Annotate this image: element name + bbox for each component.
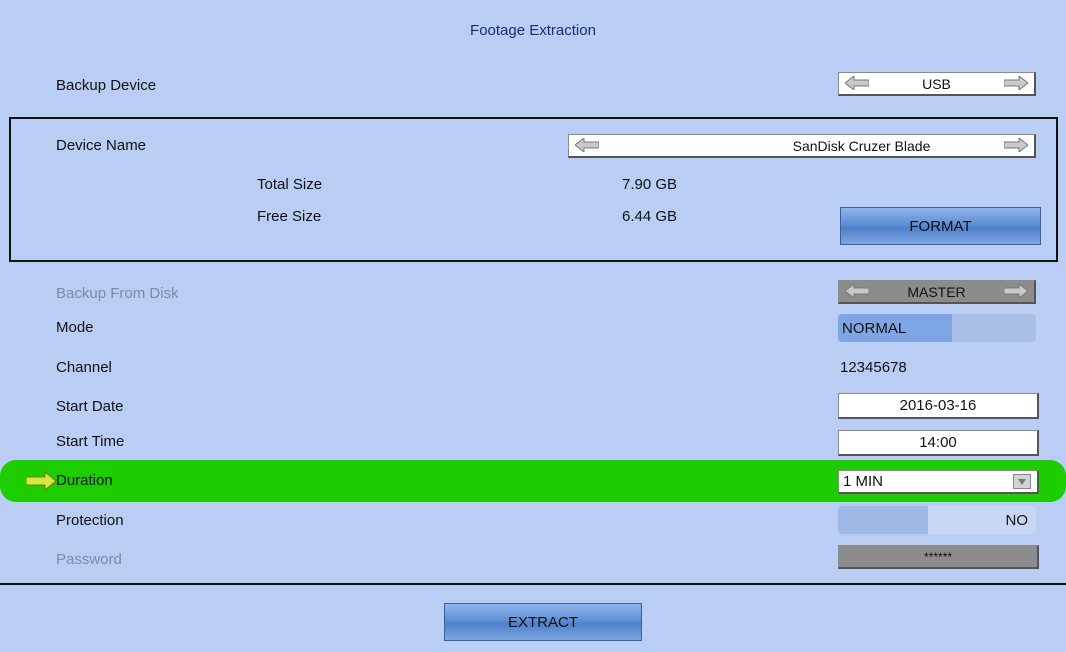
device-name-label: Device Name [56,137,147,154]
duration-label: Duration [56,472,113,489]
backup-device-label: Backup Device [56,77,157,94]
backup-device-value: USB [922,75,951,92]
free-size-value: 6.44 GB [622,208,678,225]
backup-device-selector[interactable]: USB [838,72,1036,96]
start-date-label: Start Date [56,398,124,415]
arrow-right-icon [1004,284,1028,298]
arrow-right-icon[interactable] [1004,138,1028,152]
protection-label: Protection [56,512,124,529]
backup-from-disk-selector: MASTER [838,280,1036,304]
start-time-field[interactable]: 14:00 [838,430,1039,456]
protection-toggle[interactable]: NO [838,506,1036,534]
duration-dropdown[interactable]: 1 MIN [838,470,1039,494]
channel-label: Channel [56,359,112,376]
arrow-left-icon[interactable] [845,76,869,90]
chevron-down-icon[interactable] [1013,474,1031,489]
arrow-right-icon[interactable] [1004,76,1028,90]
total-size-label: Total Size [257,176,323,193]
password-field: ****** [838,545,1039,569]
channel-value[interactable]: 12345678 [840,359,907,376]
total-size-value: 7.90 GB [622,176,678,193]
start-time-label: Start Time [56,433,125,450]
arrow-right-pointer-icon [26,471,56,491]
start-date-field[interactable]: 2016-03-16 [838,393,1039,419]
duration-value: 1 MIN [843,473,884,490]
backup-from-disk-label: Backup From Disk [56,285,179,302]
page-title: Footage Extraction [470,22,596,39]
mode-toggle[interactable]: NORMAL [838,314,1036,342]
protection-value: NO [928,506,1036,534]
extract-button[interactable]: EXTRACT [444,603,642,641]
device-name-value: SanDisk Cruzer Blade [792,137,931,154]
backup-from-disk-value: MASTER [907,283,966,300]
free-size-label: Free Size [257,208,322,225]
mode-label: Mode [56,319,94,336]
arrow-left-icon [845,284,869,298]
arrow-left-icon[interactable] [575,138,599,152]
format-button[interactable]: FORMAT [840,207,1041,245]
divider [0,583,1066,585]
mode-toggle-off [952,314,1036,342]
protection-toggle-off [838,506,928,534]
password-label: Password [56,551,122,568]
device-name-selector[interactable]: SanDisk Cruzer Blade [568,134,1036,158]
mode-value: NORMAL [838,314,952,342]
